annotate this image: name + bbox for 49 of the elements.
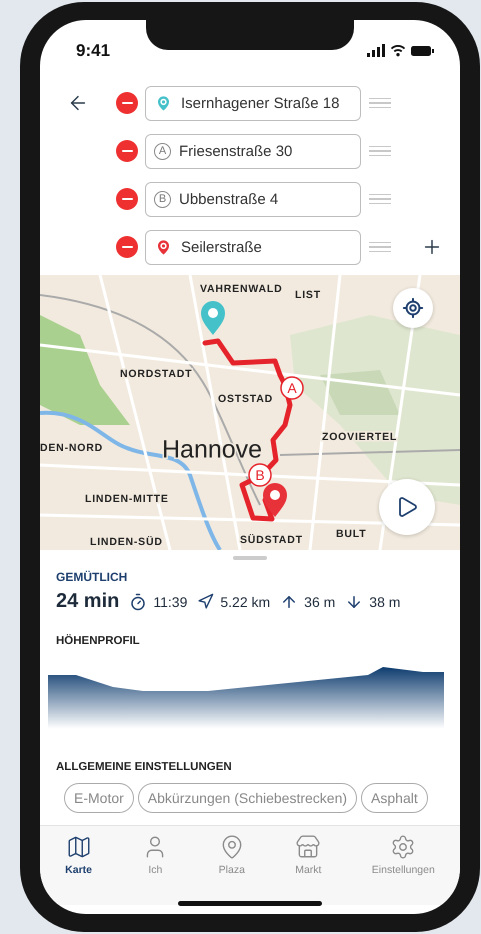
map-label: LINDEN-SÜD (90, 536, 163, 548)
map-label: LIST (295, 289, 321, 301)
map-label: VAHRENWALD (200, 283, 282, 295)
waypoint-field[interactable]: A Friesenstraße 30 (145, 134, 361, 168)
map-icon (66, 834, 92, 860)
section-heading: ALLGEMEINE EINSTELLUNGEN (56, 761, 233, 773)
ascent-text: 36 m (304, 594, 336, 610)
store-icon (295, 834, 322, 860)
duration-text: 24 min (56, 590, 120, 613)
tab-bar-item[interactable]: Einstellungen (368, 832, 439, 905)
waypoint-field[interactable]: B Ubbenstraße 4 (145, 182, 361, 216)
remove-button[interactable] (116, 140, 138, 162)
settings-icon (390, 834, 416, 860)
status-time: 9:41 (76, 40, 110, 60)
map-label: OSTSTAD (218, 393, 273, 405)
tab-bar-item[interactable]: Plaza (214, 832, 249, 905)
map-label: Hannove (162, 436, 262, 464)
map-label: BULT (336, 528, 366, 540)
filter-chip[interactable]: E-Motor (64, 783, 134, 813)
timer-icon (129, 592, 148, 610)
arrival-text: 11:39 (153, 594, 188, 610)
wifi-icon (390, 44, 406, 57)
map-label: NORDSTADT (120, 368, 192, 380)
profile-label: GEMÜTLICH (56, 570, 128, 584)
locate-icon (402, 297, 424, 319)
tab-bar-item[interactable]: Ich (138, 832, 172, 905)
map-label: LINDEN-MITTE (85, 493, 169, 505)
waypoint-letter: B (154, 190, 171, 208)
map-label: SÜDSTADT (240, 534, 303, 546)
waypoint-field[interactable]: Seilerstraße (145, 230, 361, 264)
waypoint-field[interactable]: Isernhagener Straße 18 (145, 86, 361, 120)
filter-chip[interactable]: Abkürzungen (Schiebestrecken) (138, 783, 358, 813)
filter-chip[interactable]: Asphalt (361, 783, 428, 813)
remove-button[interactable] (116, 236, 138, 258)
section-heading: HÖHENPROFIL (56, 635, 141, 647)
map-label: DEN-NORD (40, 442, 103, 454)
signal-icon (367, 44, 385, 57)
remove-button[interactable] (116, 92, 138, 114)
waypoint-marker: A (280, 376, 304, 400)
navigation-arrow-icon (197, 593, 214, 610)
remove-button[interactable] (116, 188, 138, 210)
tab-bar-item[interactable]: Karte (61, 832, 96, 905)
map-label: ZOOVIERTEL (322, 431, 398, 443)
waypoint-letter: A (154, 142, 171, 160)
waypoint-marker: B (248, 463, 272, 487)
battery-icon (411, 46, 434, 56)
distance-text: 5.22 km (220, 594, 270, 610)
tab-bar-item[interactable]: Markt (291, 832, 326, 905)
descent-text: 38 m (369, 594, 400, 610)
